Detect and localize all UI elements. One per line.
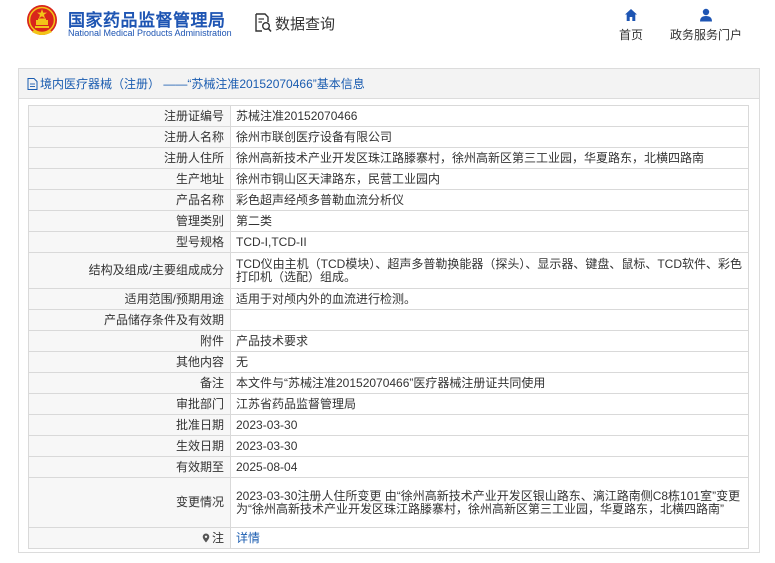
field-label: 结构及组成/主要组成成分: [28, 252, 231, 289]
field-value: 2025-08-04: [230, 456, 749, 478]
table-row: 型号规格 TCD-I,TCD-II: [28, 231, 749, 253]
field-value: 产品技术要求: [230, 330, 749, 352]
field-label: 生效日期: [28, 435, 231, 457]
details-link[interactable]: 详情: [236, 531, 260, 545]
detail-panel: 境内医疗器械（注册） ——“苏械注准20152070466”基本信息 注册证编号…: [18, 68, 760, 553]
field-label: 其他内容: [28, 351, 231, 373]
table-row: 注册人名称 徐州市联创医疗设备有限公司: [28, 126, 749, 148]
field-value: TCD仪由主机（TCD模块）、超声多普勒换能器（探头）、显示器、键盘、鼠标、TC…: [230, 252, 749, 289]
field-value: 苏械注准20152070466: [230, 105, 749, 127]
field-value: 2023-03-30: [230, 435, 749, 457]
field-value: 江苏省药品监督管理局: [230, 393, 749, 415]
field-label: 适用范围/预期用途: [28, 288, 231, 310]
nav-home-label: 首页: [618, 28, 643, 42]
note-label-cell: 注: [28, 527, 231, 549]
table-row: 产品名称 彩色超声经颅多普勒血流分析仪: [28, 189, 749, 211]
panel-header: 境内医疗器械（注册） ——“苏械注准20152070466”基本信息: [19, 69, 759, 99]
user-icon: [700, 8, 712, 22]
field-label: 管理类别: [28, 210, 231, 232]
field-label: 注册证编号: [28, 105, 231, 127]
field-value: 适用于对颅内外的血流进行检测。: [230, 288, 749, 310]
table-row: 管理类别 第二类: [28, 210, 749, 232]
data-search-icon: [255, 13, 272, 33]
data-query-link[interactable]: 数据查询: [254, 12, 335, 34]
field-value: 无: [230, 351, 749, 373]
table-row: 生效日期 2023-03-30: [28, 435, 749, 457]
table-row: 批准日期 2023-03-30: [28, 414, 749, 436]
location-pin-icon: [202, 533, 210, 542]
site-subtitle: National Medical Products Administration: [68, 28, 232, 38]
table-row: 有效期至 2025-08-04: [28, 456, 749, 478]
table-row: 审批部门 江苏省药品监督管理局: [28, 393, 749, 415]
field-value: 彩色超声经颅多普勒血流分析仪: [230, 189, 749, 211]
field-value: 徐州高新技术产业开发区珠江路滕寨村，徐州高新区第三工业园，华夏路东，北横四路南: [230, 147, 749, 169]
table-row: 结构及组成/主要组成成分 TCD仪由主机（TCD模块）、超声多普勒换能器（探头）…: [28, 252, 749, 289]
field-value: 2023-03-30: [230, 414, 749, 436]
document-icon: [27, 77, 38, 90]
panel-title: 境内医疗器械（注册） ——“苏械注准20152070466”基本信息: [40, 77, 365, 91]
table-row: 产品储存条件及有效期: [28, 309, 749, 331]
table-row: 附件 产品技术要求: [28, 330, 749, 352]
field-label: 变更情况: [28, 477, 231, 528]
national-emblem-icon[interactable]: [26, 4, 58, 38]
field-label: 注册人名称: [28, 126, 231, 148]
field-value: 本文件与“苏械注准20152070466”医疗器械注册证共同使用: [230, 372, 749, 394]
field-value: 徐州市铜山区天津路东，民营工业园内: [230, 168, 749, 190]
field-value: 第二类: [230, 210, 749, 232]
field-label: 产品名称: [28, 189, 231, 211]
table-row: 生产地址 徐州市铜山区天津路东，民营工业园内: [28, 168, 749, 190]
field-label: 生产地址: [28, 168, 231, 190]
field-label: 审批部门: [28, 393, 231, 415]
table-row: 备注 本文件与“苏械注准20152070466”医疗器械注册证共同使用: [28, 372, 749, 394]
table-row: 注册人住所 徐州高新技术产业开发区珠江路滕寨村，徐州高新区第三工业园，华夏路东，…: [28, 147, 749, 169]
nav-service-portal[interactable]: 政务服务门户: [666, 8, 746, 43]
field-value: [230, 309, 749, 331]
field-label: 批准日期: [28, 414, 231, 436]
table-row: 注 详情: [28, 527, 749, 549]
field-label: 产品储存条件及有效期: [28, 309, 231, 331]
field-label: 备注: [28, 372, 231, 394]
field-label: 注册人住所: [28, 147, 231, 169]
field-value: TCD-I,TCD-II: [230, 231, 749, 253]
table-row: 适用范围/预期用途 适用于对颅内外的血流进行检测。: [28, 288, 749, 310]
field-value: 2023-03-30注册人住所变更 由“徐州高新技术产业开发区银山路东、漓江路南…: [230, 477, 749, 528]
table-row: 变更情况 2023-03-30注册人住所变更 由“徐州高新技术产业开发区银山路东…: [28, 477, 749, 528]
nav-service-portal-label: 政务服务门户: [669, 28, 742, 42]
field-label: 型号规格: [28, 231, 231, 253]
field-value: 徐州市联创医疗设备有限公司: [230, 126, 749, 148]
table-row: 注册证编号 苏械注准20152070466: [28, 105, 749, 127]
detail-cell: 详情: [230, 527, 749, 549]
field-label: 有效期至: [28, 456, 231, 478]
field-label: 附件: [28, 330, 231, 352]
registration-info-table: 注册证编号 苏械注准20152070466 注册人名称 徐州市联创医疗设备有限公…: [28, 105, 749, 549]
table-row: 其他内容 无: [28, 351, 749, 373]
data-query-label: 数据查询: [275, 15, 336, 33]
nav-home[interactable]: 首页: [591, 8, 671, 43]
home-icon: [625, 9, 637, 21]
site-header: 国家药品监督管理局 National Medical Products Admi…: [0, 0, 775, 52]
field-label: 注: [211, 530, 224, 545]
